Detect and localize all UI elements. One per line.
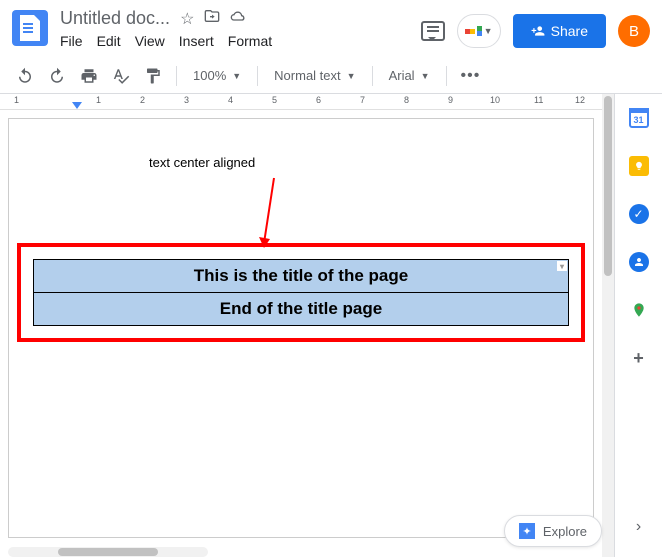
document-title[interactable]: Untitled doc... <box>60 8 170 29</box>
explore-button[interactable]: ✦ Explore <box>504 515 602 547</box>
style-dropdown[interactable]: Normal text▼ <box>268 68 361 83</box>
highlight-box: This is the title of the page▾ End of th… <box>17 243 585 342</box>
docs-logo[interactable] <box>12 10 48 46</box>
more-button[interactable]: ••• <box>457 63 485 89</box>
calendar-icon[interactable]: 31 <box>629 108 649 128</box>
indent-marker[interactable] <box>72 102 82 109</box>
account-avatar[interactable]: B <box>618 15 650 47</box>
share-button[interactable]: Share <box>513 14 606 48</box>
person-add-icon <box>531 24 545 38</box>
menu-view[interactable]: View <box>135 33 165 49</box>
explore-star-icon: ✦ <box>519 523 535 539</box>
tasks-icon[interactable]: ✓ <box>629 204 649 224</box>
content-table[interactable]: This is the title of the page▾ End of th… <box>33 259 569 326</box>
horizontal-scrollbar[interactable] <box>8 547 208 557</box>
chevron-down-icon: ▼ <box>232 71 241 81</box>
meet-icon <box>465 29 475 34</box>
meet-button[interactable]: ▼ <box>457 14 501 48</box>
add-icon[interactable]: + <box>629 348 649 368</box>
table-cell-1[interactable]: This is the title of the page▾ <box>34 260 569 293</box>
comments-icon[interactable] <box>421 21 445 41</box>
toolbar: 100%▼ Normal text▼ Arial▼ ••• <box>0 58 662 94</box>
menu-edit[interactable]: Edit <box>97 33 121 49</box>
menu-bar: File Edit View Insert Format <box>60 33 421 49</box>
annotation-text: text center aligned <box>149 155 255 170</box>
redo-button[interactable] <box>44 63 70 89</box>
zoom-dropdown[interactable]: 100%▼ <box>187 68 247 83</box>
menu-file[interactable]: File <box>60 33 83 49</box>
ruler[interactable]: 1 1 2 3 4 5 6 7 8 9 10 11 12 <box>0 94 602 110</box>
move-icon[interactable] <box>204 8 220 29</box>
cloud-icon[interactable] <box>230 8 246 29</box>
print-button[interactable] <box>76 63 102 89</box>
spellcheck-button[interactable] <box>108 63 134 89</box>
chevron-down-icon: ▼ <box>484 26 493 36</box>
keep-icon[interactable] <box>629 156 649 176</box>
document-page[interactable]: text center aligned This is the title of… <box>8 118 594 538</box>
undo-button[interactable] <box>12 63 38 89</box>
expand-icon[interactable]: › <box>629 517 649 537</box>
chevron-down-icon: ▼ <box>347 71 356 81</box>
side-panel: 31 ✓ + › <box>614 94 662 557</box>
contacts-icon[interactable] <box>629 252 649 272</box>
cell-handle-icon[interactable]: ▾ <box>557 261 567 271</box>
maps-icon[interactable] <box>629 300 649 320</box>
menu-format[interactable]: Format <box>228 33 272 49</box>
star-icon[interactable]: ☆ <box>180 9 194 29</box>
explore-label: Explore <box>543 524 587 539</box>
paint-format-button[interactable] <box>140 63 166 89</box>
chevron-down-icon: ▼ <box>421 71 430 81</box>
share-label: Share <box>551 23 588 39</box>
arrow-icon <box>234 173 294 253</box>
document-area: 1 1 2 3 4 5 6 7 8 9 10 11 12 text center… <box>0 94 602 557</box>
menu-insert[interactable]: Insert <box>179 33 214 49</box>
font-dropdown[interactable]: Arial▼ <box>383 68 436 83</box>
meet-icon-2 <box>477 26 482 36</box>
vertical-scrollbar[interactable] <box>602 94 614 557</box>
table-cell-2[interactable]: End of the title page <box>34 293 569 326</box>
